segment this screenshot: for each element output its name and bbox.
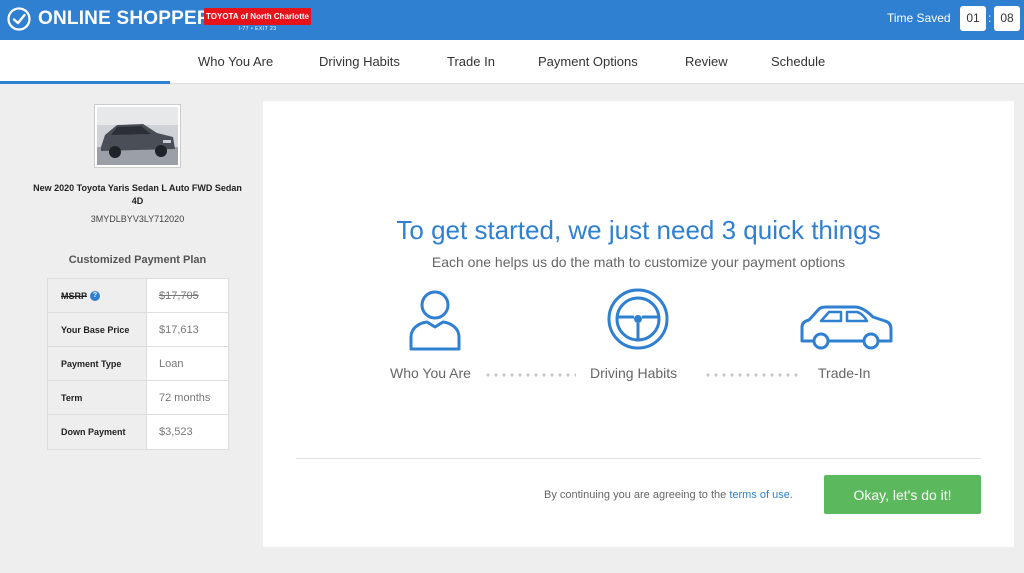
step-connector	[704, 373, 798, 377]
plan-value-term: 72 months	[159, 391, 211, 404]
plan-value-base-price: $17,613	[159, 323, 199, 336]
nav-driving-habits[interactable]: Driving Habits	[319, 54, 400, 69]
divider	[296, 458, 981, 459]
nav-trade-in[interactable]: Trade In	[447, 54, 495, 69]
consent-label: By continuing you are agreeing to the	[544, 489, 727, 501]
payment-plan-table: MSRP ? $17,705 Your Base Price $17,613 P…	[47, 278, 229, 450]
nav-review[interactable]: Review	[685, 54, 728, 69]
plan-label: Payment Type	[48, 347, 147, 380]
vehicle-vin: 3MYDLBYV3LY712020	[90, 214, 185, 224]
plan-row-down-payment: Down Payment $3,523	[48, 415, 228, 449]
time-separator: :	[988, 11, 992, 25]
step-nav: Who You Are Driving Habits Trade In Paym…	[0, 40, 1024, 84]
plan-row-term: Term 72 months	[48, 381, 228, 415]
step-driving-habits-label: Driving Habits	[590, 365, 678, 381]
plan-label: Down Payment	[48, 415, 147, 449]
plan-label: Your Base Price	[48, 313, 147, 346]
vehicle-photo	[94, 104, 181, 168]
plan-value-msrp: $17,705	[159, 289, 199, 302]
brand-name: ONLINE SHOPPER	[38, 8, 211, 29]
time-saved-hours: 01	[960, 6, 986, 31]
top-bar: ONLINE SHOPPER TOYOTA of North Charlotte…	[0, 0, 1024, 40]
time-saved-label: Time Saved	[887, 11, 951, 25]
time-saved-minutes: 08	[994, 6, 1020, 31]
intro-subline: Each one helps us do the math to customi…	[431, 254, 846, 270]
dealer-logo[interactable]: TOYOTA of North Charlotte I-77 • EXIT 23	[204, 8, 311, 32]
vehicle-name: New 2020 Toyota Yaris Sedan L Auto FWD S…	[33, 183, 242, 206]
nav-who-you-are[interactable]: Who You Are	[198, 54, 273, 69]
plan-label: MSRP	[61, 290, 88, 301]
terms-of-use-link[interactable]: terms of use.	[729, 489, 793, 501]
dealer-name: TOYOTA of North Charlotte	[204, 8, 311, 25]
plan-value-payment-type: Loan	[159, 357, 184, 370]
get-started-button[interactable]: Okay, let's do it!	[824, 475, 981, 514]
active-step-indicator	[0, 81, 170, 84]
plan-value-down-payment: $3,523	[159, 426, 193, 438]
plan-row-payment-type: Payment Type Loan	[48, 347, 228, 381]
car-icon	[800, 305, 893, 350]
clock-check-icon	[7, 7, 31, 31]
intro-headline: To get started, we just need 3 quick thi…	[396, 215, 881, 245]
plan-row-base-price: Your Base Price $17,613	[48, 313, 228, 347]
consent-text: By continuing you are agreeing to the te…	[544, 489, 793, 501]
dealer-subtitle: I-77 • EXIT 23	[238, 26, 277, 32]
plan-label: Term	[48, 381, 147, 414]
payment-plan-title: Customized Payment Plan	[68, 254, 207, 266]
nav-schedule[interactable]: Schedule	[771, 54, 825, 69]
step-trade-in-label: Trade-In	[818, 365, 871, 381]
brand-logo[interactable]: ONLINE SHOPPER	[6, 6, 211, 32]
person-icon	[409, 290, 461, 351]
step-connector	[484, 373, 576, 377]
intro-card: To get started, we just need 3 quick thi…	[263, 101, 1014, 547]
plan-row-msrp: MSRP ? $17,705	[48, 279, 228, 313]
info-icon[interactable]: ?	[90, 290, 101, 301]
steering-wheel-icon	[607, 288, 669, 350]
nav-payment-options[interactable]: Payment Options	[538, 54, 638, 69]
step-who-you-are-label: Who You Are	[390, 365, 471, 381]
